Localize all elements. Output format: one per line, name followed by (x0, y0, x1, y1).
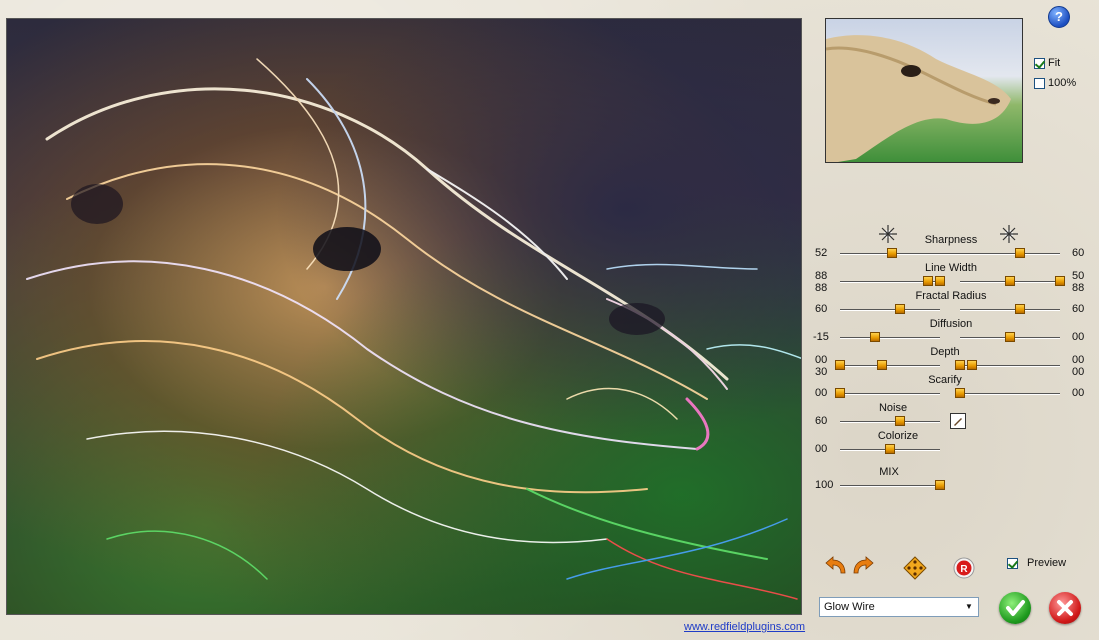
scarify-slider-handle[interactable] (955, 388, 965, 398)
sparkle-icon (1000, 225, 1018, 243)
fractal-radius-right-value: 60 (1072, 303, 1085, 315)
colorize-label: Colorize (877, 430, 919, 442)
sharpness-slider-track[interactable] (840, 253, 1060, 255)
depth-label: Depth (930, 346, 960, 358)
line-width-slider-handle[interactable] (923, 276, 933, 286)
line-width-right-value-2: 88 (1072, 282, 1085, 294)
scarify-slider-track-right[interactable] (960, 393, 1060, 395)
ok-button[interactable] (999, 592, 1031, 624)
full-size-checkbox-box[interactable] (1034, 77, 1045, 89)
line-width-left-value-2: 88 (815, 282, 828, 294)
full-size-label: 100% (1048, 77, 1077, 89)
cancel-button[interactable] (1049, 592, 1081, 624)
depth-slider-handle[interactable] (835, 360, 845, 370)
main-preview-image (6, 18, 802, 615)
help-icon[interactable]: ? (1048, 6, 1070, 28)
fit-checkbox-box[interactable] (1034, 57, 1045, 69)
mix-slider-handle[interactable] (935, 480, 945, 490)
fractal-radius-slider-track-left[interactable] (840, 309, 940, 311)
diffusion-label: Diffusion (929, 318, 973, 330)
checkmark-icon (1006, 600, 1025, 616)
sparkle-icon (879, 225, 897, 243)
sharpness-right-value: 60 (1072, 247, 1085, 259)
preview-checkbox[interactable]: Preview (1007, 557, 1066, 569)
mix-label: MIX (879, 466, 899, 478)
colorize-slider-handle[interactable] (885, 444, 895, 454)
depth-left-value: 00 (815, 354, 828, 366)
depth-slider-handle[interactable] (967, 360, 977, 370)
fractal-radius-slider-track-right[interactable] (960, 309, 1060, 311)
diffusion-slider-handle[interactable] (1005, 332, 1015, 342)
colorize-value: 00 (815, 443, 828, 455)
noise-label: Noise (878, 402, 908, 414)
diffusion-slider-handle[interactable] (870, 332, 880, 342)
preview-label: Preview (1027, 557, 1067, 569)
preset-dropdown[interactable]: Glow Wire ▼ (819, 597, 979, 617)
website-link[interactable]: www.redfieldplugins.com (684, 621, 805, 633)
line-width-left-value: 88 (815, 270, 828, 282)
line-width-right-value: 50 (1072, 270, 1085, 282)
scarify-label: Scarify (928, 374, 962, 386)
full-size-checkbox[interactable]: 100% (1034, 77, 1076, 89)
svg-text:R: R (960, 564, 968, 575)
noise-value: 60 (815, 415, 828, 427)
fractal-radius-left-value: 60 (815, 303, 828, 315)
fractal-radius-slider-handle[interactable] (895, 304, 905, 314)
redo-arrow-icon[interactable] (850, 556, 876, 576)
depth-left-value-2: 30 (815, 366, 828, 378)
noise-slider-handle[interactable] (895, 416, 905, 426)
diffusion-right-value: 00 (1072, 331, 1085, 343)
close-x-icon (1057, 600, 1073, 616)
pencil-icon[interactable] (950, 413, 966, 429)
depth-slider-handle[interactable] (955, 360, 965, 370)
sharpness-slider-handle[interactable] (1015, 248, 1025, 258)
scarify-slider-handle[interactable] (835, 388, 845, 398)
undo-arrow-icon[interactable] (823, 556, 849, 576)
scarify-left-value: 00 (815, 387, 828, 399)
sharpness-label: Sharpness (924, 234, 978, 246)
preset-selected: Glow Wire (824, 601, 875, 613)
camel-thumbnail (826, 35, 1011, 162)
sharpness-left-value: 52 (815, 247, 828, 259)
line-width-slider-handle[interactable] (935, 276, 945, 286)
diffusion-left-value: -15 (813, 331, 829, 343)
reset-r-icon[interactable]: R (953, 557, 975, 579)
mix-value: 100 (815, 479, 834, 491)
scarify-right-value: 00 (1072, 387, 1085, 399)
chevron-down-icon[interactable]: ▼ (961, 599, 977, 615)
sharpness-slider-handle[interactable] (887, 248, 897, 258)
diffusion-slider-track-left[interactable] (840, 337, 940, 339)
fit-label: Fit (1048, 57, 1061, 69)
scarify-slider-track-left[interactable] (840, 393, 940, 395)
fractal-radius-label: Fractal Radius (915, 290, 987, 302)
line-width-slider-handle[interactable] (1005, 276, 1015, 286)
depth-slider-track-left[interactable] (840, 365, 940, 367)
line-width-label: Line Width (925, 262, 977, 274)
dice-icon[interactable] (903, 556, 927, 580)
mix-slider-track[interactable] (840, 485, 940, 487)
glow-wire-camel-preview (26, 58, 801, 600)
preview-checkbox-box[interactable] (1007, 557, 1018, 569)
line-width-slider-handle[interactable] (1055, 276, 1065, 286)
fit-checkbox[interactable]: Fit (1034, 57, 1060, 69)
depth-right-value-2: 00 (1072, 366, 1085, 378)
depth-right-value: 00 (1072, 354, 1085, 366)
fractal-radius-slider-handle[interactable] (1015, 304, 1025, 314)
noise-slider-track[interactable] (840, 421, 940, 423)
depth-slider-handle[interactable] (877, 360, 887, 370)
thumbnail-navigator[interactable] (825, 18, 1023, 163)
